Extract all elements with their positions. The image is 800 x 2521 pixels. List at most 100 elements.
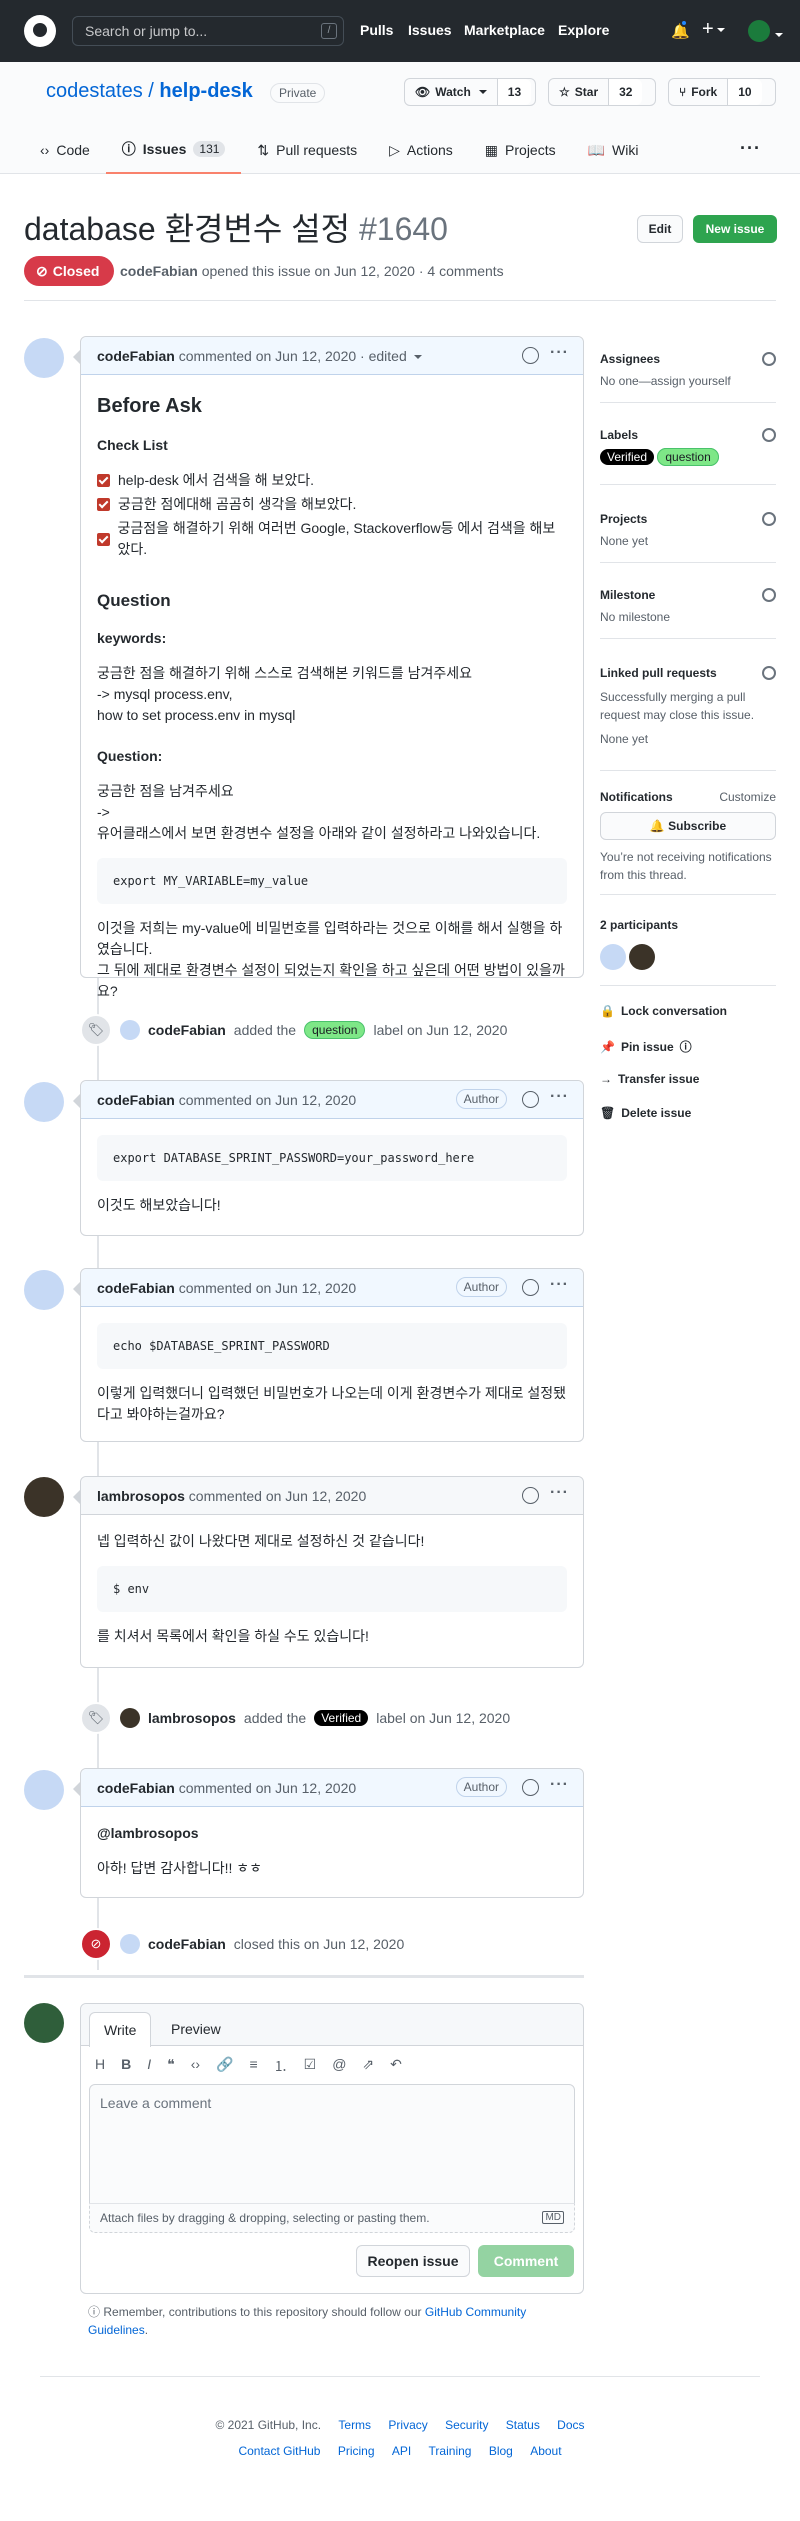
mention-icon[interactable]: @ [332,2056,346,2072]
avatar-codefabian[interactable] [24,338,64,378]
tab-wiki[interactable]: 📖 Wiki [572,126,655,174]
smiley-icon[interactable] [522,347,539,364]
milestone-heading[interactable]: Milestone [600,588,776,602]
checkbox-checked-icon[interactable] [97,532,110,546]
comment-author[interactable]: codeFabian [97,1780,175,1796]
tab-pull-requests[interactable]: ⇅ Pull requests [241,126,373,174]
label-verified[interactable]: Verified [600,449,655,465]
checkbox-checked-icon[interactable] [97,498,110,511]
comment-author[interactable]: codeFabian [97,348,175,364]
fork-button[interactable]: ⑂ Fork [669,79,729,105]
avatar-current-user[interactable] [24,2003,64,2043]
new-issue-button[interactable]: New issue [693,215,777,243]
footer-link-terms[interactable]: Terms [338,2418,371,2432]
gear-icon[interactable] [762,666,776,680]
reopen-issue-button[interactable]: Reopen issue [356,2245,470,2277]
avatar-codefabian[interactable] [24,1082,64,1122]
avatar-lambrosopos[interactable] [24,1477,64,1517]
kebab-icon[interactable]: ··· [550,1276,569,1294]
watch-button[interactable]: 👁 Watch [405,79,498,105]
event-actor[interactable]: codeFabian [148,1022,226,1038]
comment-textarea[interactable]: Leave a comment [89,2084,575,2204]
labels-heading[interactable]: Labels [600,428,776,442]
nav-issues[interactable]: Issues [408,22,452,38]
gear-icon[interactable] [762,588,776,602]
nav-marketplace[interactable]: Marketplace [464,22,545,38]
comment-author[interactable]: lambrosopos [97,1488,185,1504]
user-avatar[interactable] [748,20,770,42]
avatar-small[interactable] [120,1708,140,1728]
heading-icon[interactable]: H [95,2056,105,2072]
tab-preview[interactable]: Preview [157,2012,235,2047]
participant-avatar[interactable] [600,944,626,970]
star-button[interactable]: ☆ Star [549,79,610,105]
gear-icon[interactable] [762,428,776,442]
event-actor[interactable]: lambrosopos [148,1710,236,1726]
watch-count[interactable]: 13 [497,79,532,105]
smiley-icon[interactable] [522,1779,539,1796]
footer-link-blog[interactable]: Blog [489,2444,513,2458]
gear-icon[interactable] [762,352,776,366]
avatar-small[interactable] [120,1934,140,1954]
repo-owner-link[interactable]: codestates [46,80,143,102]
label-question[interactable]: question [304,1021,366,1039]
avatar-caret-icon[interactable] [772,26,783,42]
reply-icon[interactable]: ↶ [390,2056,402,2072]
avatar-codefabian[interactable] [24,1270,64,1310]
tab-actions[interactable]: ▷ Actions [373,126,469,174]
search-input[interactable]: Search or jump to... / [72,16,344,46]
footer-link-about[interactable]: About [530,2444,561,2458]
avatar-codefabian[interactable] [24,1770,64,1810]
subscribe-button[interactable]: 🔔 Subscribe [600,812,776,840]
tab-write[interactable]: Write [89,2012,152,2047]
smiley-icon[interactable] [522,1279,539,1296]
gear-icon[interactable] [762,512,776,526]
bulleted-list-icon[interactable]: ≡ [249,2056,257,2072]
lock-conversation-button[interactable]: 🔒 Lock conversation [600,1004,727,1018]
comment-button[interactable]: Comment [478,2245,574,2277]
footer-link-training[interactable]: Training [429,2444,472,2458]
more-tabs-icon[interactable]: ··· [740,138,761,159]
assignees-value[interactable]: No one—assign yourself [600,374,776,388]
footer-link-security[interactable]: Security [445,2418,488,2432]
label-question[interactable]: question [657,448,719,466]
nav-pulls[interactable]: Pulls [360,22,393,38]
numbered-list-icon[interactable]: ⒈ [274,2056,288,2074]
footer-link-docs[interactable]: Docs [557,2418,584,2432]
tab-code[interactable]: ‹› Code [24,126,106,174]
fork-count[interactable]: 10 [728,79,762,105]
github-logo-icon[interactable] [24,15,56,47]
user-mention[interactable]: @lambrosopos [97,1823,567,1844]
attach-files-zone[interactable]: Attach files by dragging & dropping, sel… [89,2203,575,2233]
avatar-small[interactable] [120,1020,140,1040]
plus-icon[interactable]: + [702,18,725,41]
tab-projects[interactable]: ▦ Projects [469,126,572,174]
participant-avatar[interactable] [629,944,656,970]
kebab-icon[interactable]: ··· [550,344,569,362]
transfer-issue-button[interactable]: → Transfer issue [600,1072,699,1086]
nav-explore[interactable]: Explore [558,22,609,38]
star-count[interactable]: 32 [609,79,643,105]
footer-link-pricing[interactable]: Pricing [338,2444,375,2458]
issue-author[interactable]: codeFabian [120,263,198,279]
footer-link-privacy[interactable]: Privacy [388,2418,427,2432]
event-actor[interactable]: codeFabian [148,1936,226,1952]
quote-icon[interactable]: ❝ [167,2056,175,2072]
customize-link[interactable]: Customize [719,790,776,804]
comment-author[interactable]: codeFabian [97,1092,175,1108]
code-icon[interactable]: ‹› [191,2056,200,2072]
bold-icon[interactable]: B [121,2056,131,2072]
linked-prs-heading[interactable]: Linked pull requests [600,666,776,680]
delete-issue-button[interactable]: 🗑 Delete issue [600,1106,691,1120]
pin-issue-button[interactable]: 📌 Pin issue ⓘ [600,1038,692,1055]
edit-button[interactable]: Edit [637,215,683,243]
footer-link-api[interactable]: API [392,2444,411,2458]
link-icon[interactable]: 🔗 [216,2056,233,2072]
italic-icon[interactable]: I [147,2056,151,2072]
kebab-icon[interactable]: ··· [550,1776,569,1794]
smiley-icon[interactable] [522,1487,539,1504]
label-verified[interactable]: Verified [314,1710,369,1726]
repo-name-link[interactable]: help-desk [159,80,252,102]
cross-reference-icon[interactable]: ⇗ [362,2056,374,2072]
kebab-icon[interactable]: ··· [550,1088,569,1106]
